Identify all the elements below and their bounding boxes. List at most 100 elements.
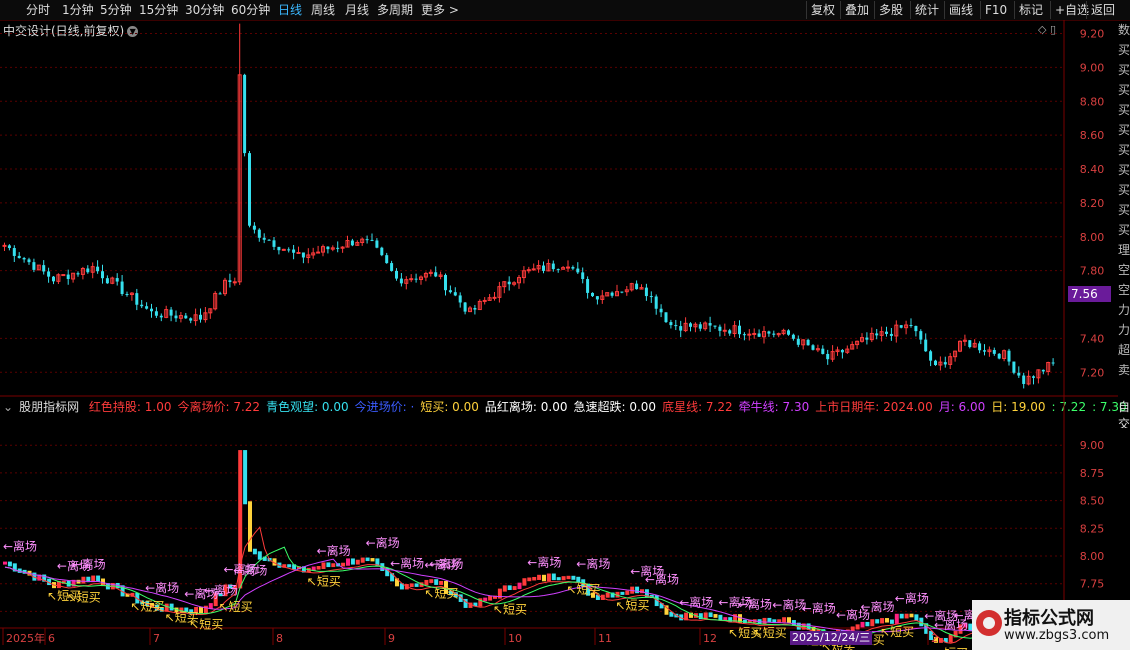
indicator-bar [865,621,870,627]
indicator-bar [899,613,904,619]
x-axis-label: 8 [276,632,283,645]
candle-body [654,296,658,309]
candle-body [865,337,869,340]
candle-body [620,291,624,293]
candle-body [409,278,414,281]
indicator-bar [885,618,889,623]
buy-signal-label: ↖短买 [753,626,787,640]
leave-signal-label: ←离场 [233,562,267,577]
buy-signal-label: ↖短买 [493,602,527,616]
candle-body [281,248,286,251]
candle-body [772,333,776,335]
leave-signal-label: ←离场 [145,580,179,595]
candle-body [101,271,104,279]
candle-body [929,351,933,361]
candle-body [899,325,903,328]
candle-body [968,340,972,348]
indicator-bar [488,595,493,601]
indicator-bar [502,585,507,592]
candle-body [610,292,614,296]
x-axis-label: 6 [48,632,55,645]
price-tick-label: 7.80 [1080,265,1105,278]
candle-body [679,326,683,331]
indicator-bar [350,558,355,565]
candle-body [997,353,1001,359]
candle-body [159,315,163,318]
candle-body [125,293,129,295]
candle-body [796,338,800,345]
indicator-bar [782,617,787,623]
price-tick-label: 9.20 [1080,28,1105,41]
candle-body [22,258,26,260]
indicator-bar [948,634,953,643]
indicator-bar [341,562,346,567]
indicator-bar [252,548,257,555]
candle-body [649,296,653,298]
indicator-bar [904,613,909,619]
indicator-bar [243,450,248,505]
candle-body [375,240,379,248]
indicator-tick-label: 8.50 [1080,495,1105,508]
indicator-bar [199,607,203,614]
candle-body [669,322,673,326]
candle-body [571,267,575,269]
price-tick-label: 7.20 [1080,366,1105,379]
x-axis-label: 12 [703,632,717,645]
candle-body [7,245,11,249]
candle-body [301,252,305,258]
indicator-bar [517,582,522,590]
candle-body [47,271,51,277]
candle-body [12,248,16,256]
candle-body [943,362,947,365]
indicator-bar [556,577,561,581]
indicator-bar [360,557,365,563]
candle-body [635,283,639,290]
candle-body [174,315,178,319]
candle-body [591,292,594,297]
candle-body [551,263,555,270]
candle-body [189,318,193,321]
candle-body [595,296,599,300]
candle-body [316,251,321,254]
leave-signal-label: ←离场 [317,543,351,558]
candle-body [42,265,46,272]
candle-body [287,249,291,251]
candle-body [399,278,403,284]
indicator-bar [894,613,899,624]
candle-body [738,325,741,335]
x-axis-label: 10 [508,632,522,645]
candle-body [434,272,438,277]
indicator-bar [257,551,262,560]
candle-body [61,274,66,277]
indicator-bar [625,590,630,595]
price-tick-label: 8.60 [1080,129,1105,142]
candle-body [350,240,354,246]
candle-body [542,265,545,271]
candle-body [395,270,398,279]
indicator-bar [767,617,772,623]
leave-signal-label: ←离场 [895,591,929,606]
leave-signal-label: ←离场 [861,599,895,614]
indicator-bar [429,579,434,583]
candle-body [380,247,384,256]
candle-body [326,246,330,250]
candle-body [32,262,36,270]
candle-body [76,273,80,275]
candle-body [978,343,982,351]
indicator-bar [96,575,101,582]
indicator-bar [620,591,625,595]
leave-signal-label: ←离场 [576,556,610,571]
candle-body [576,268,580,273]
indicator-bar [507,585,512,591]
candle-body [659,308,663,313]
candle-body [135,293,139,305]
watermark-title: 指标公式网 [1004,608,1094,629]
indicator-bar [414,583,419,587]
candle-body [458,295,462,303]
candle-body [2,244,7,247]
indicator-bar [203,605,208,614]
candle-body [105,278,109,284]
indicator-bar [512,586,517,591]
kline-chart[interactable]: 9.20 9.00 8.80 8.60 8.40 8.20 8.00 7.80 7.40 7.20… [0,0,1130,650]
candle-body [698,324,702,329]
